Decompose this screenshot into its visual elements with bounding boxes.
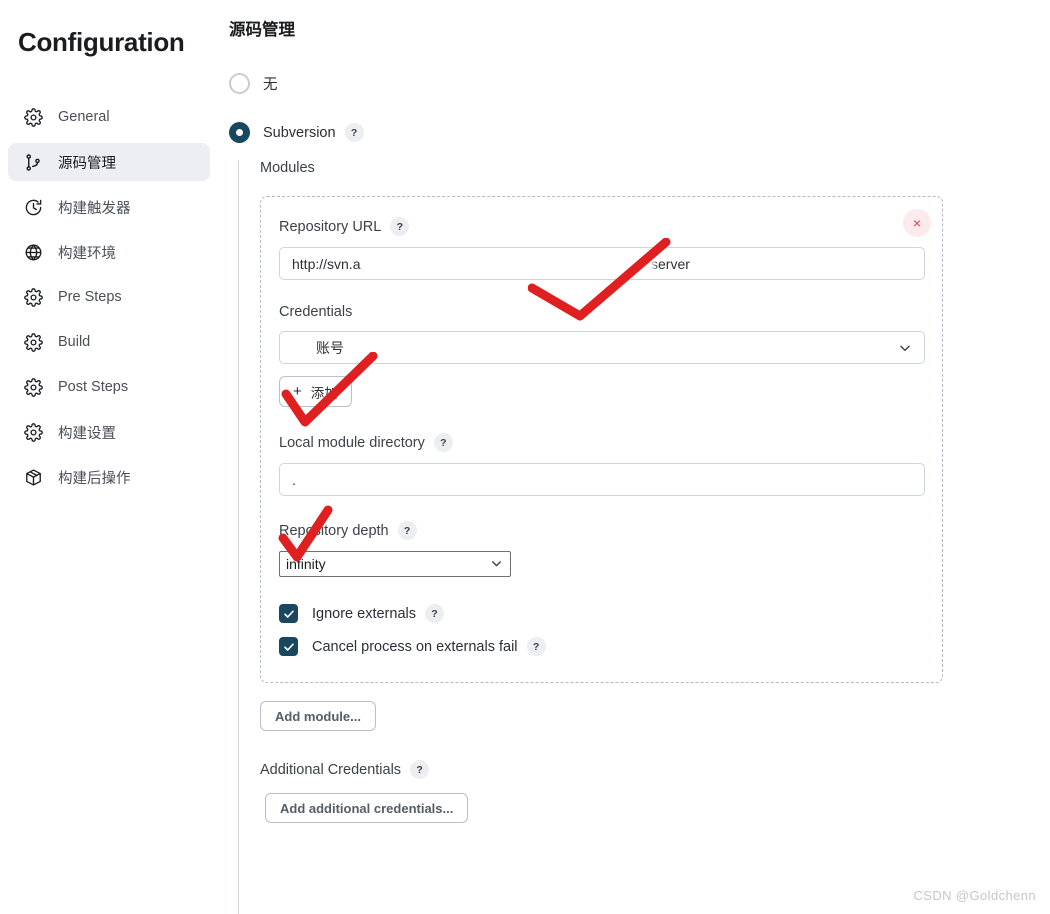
help-icon-repository-depth[interactable]: ? <box>397 521 417 540</box>
additional-credentials-label: Additional Credentials ? <box>260 760 1038 779</box>
sidebar-item-label: 源码管理 <box>58 155 116 172</box>
help-icon-cancel-process[interactable]: ? <box>526 637 546 656</box>
local-module-directory-label-text: Local module directory <box>279 434 425 451</box>
help-icon-ignore-externals[interactable]: ? <box>424 604 444 623</box>
sidebar-item-build-environment[interactable]: 构建环境 <box>8 233 210 271</box>
add-module-button[interactable]: Add module... <box>260 701 376 731</box>
sidebar-title: Configuration <box>18 27 185 57</box>
branch-icon <box>22 151 44 173</box>
cancel-process-row[interactable]: Cancel process on externals fail ? <box>279 637 924 656</box>
additional-credentials-label-text: Additional Credentials <box>260 761 402 778</box>
clock-icon <box>22 196 44 218</box>
gear-icon <box>22 286 44 308</box>
gear-icon <box>22 331 44 353</box>
checkbox-cancel-process-on-externals-fail[interactable] <box>279 637 298 656</box>
ignore-externals-label-text: Ignore externals <box>312 605 416 622</box>
chevron-down-icon <box>490 557 504 571</box>
add-additional-credentials-button[interactable]: Add additional credentials... <box>265 793 469 823</box>
sidebar-nav: General 源码管理 构建触发器 构建环境 Pre Steps Build … <box>8 98 210 503</box>
sidebar-item-label: Build <box>58 334 91 350</box>
repository-url-label-text: Repository URL <box>279 218 382 235</box>
sidebar: Configuration General 源码管理 构建触发器 构建环境 Pr… <box>0 0 218 914</box>
redaction-mask-url <box>364 253 654 276</box>
ignore-externals-label: Ignore externals ? <box>312 604 444 623</box>
checkbox-ignore-externals[interactable] <box>279 604 298 623</box>
scm-option-label: Subversion <box>263 124 336 141</box>
sidebar-item-label: Post Steps <box>58 379 129 395</box>
main-content: 源码管理 无 Subversion ? Modules × Repository… <box>218 0 1050 914</box>
repository-depth-select[interactable]: infinity <box>279 551 511 577</box>
chevron-down-icon <box>898 341 912 355</box>
module-box: × Repository URL ? http://svn.a server C… <box>260 196 943 683</box>
repository-depth-label-text: Repository depth <box>279 522 389 539</box>
globe-icon <box>22 241 44 263</box>
repository-url-value-tail: server <box>651 256 690 272</box>
repository-url-label: Repository URL ? <box>279 217 924 236</box>
repository-depth-value: infinity <box>286 556 326 572</box>
sidebar-item-label: General <box>58 109 110 125</box>
sidebar-item-build-triggers[interactable]: 构建触发器 <box>8 188 210 226</box>
scm-option-subversion[interactable]: Subversion ? <box>229 122 364 143</box>
sidebar-item-label: Pre Steps <box>58 289 122 305</box>
gear-icon <box>22 421 44 443</box>
watermark: CSDN @Goldchenn <box>913 888 1036 903</box>
sidebar-item-label: 构建后操作 <box>58 470 131 487</box>
help-icon-subversion[interactable]: ? <box>344 123 364 142</box>
sidebar-item-general[interactable]: General <box>8 98 210 136</box>
sidebar-item-label: 构建环境 <box>58 245 116 262</box>
cancel-process-label: Cancel process on externals fail ? <box>312 637 546 656</box>
scm-option-label: 无 <box>263 77 278 93</box>
credentials-value: 账号 <box>316 339 344 356</box>
repository-url-input[interactable]: http://svn.a server <box>279 247 925 280</box>
gear-icon <box>22 376 44 398</box>
repository-depth-label: Repository depth ? <box>279 521 924 540</box>
help-icon-repository-url[interactable]: ? <box>390 217 410 236</box>
gear-icon <box>22 106 44 128</box>
ignore-externals-row[interactable]: Ignore externals ? <box>279 604 924 623</box>
sidebar-item-post-build-actions[interactable]: 构建后操作 <box>8 458 210 496</box>
sidebar-item-label: 构建设置 <box>58 425 116 442</box>
sidebar-item-scm[interactable]: 源码管理 <box>8 143 210 181</box>
credentials-select[interactable]: 账号 <box>279 331 925 364</box>
add-credentials-button-label: 添加 <box>310 385 338 401</box>
sidebar-item-build[interactable]: Build <box>8 323 210 361</box>
local-module-directory-value: . <box>292 471 296 488</box>
radio-none[interactable] <box>229 73 250 94</box>
sidebar-item-label: 构建触发器 <box>58 200 131 217</box>
configuration-page: Configuration General 源码管理 构建触发器 构建环境 Pr… <box>0 0 1050 914</box>
modules-label: Modules <box>260 160 315 176</box>
subversion-settings: Modules × Repository URL ? http://svn.a … <box>238 160 1038 914</box>
close-icon[interactable]: × <box>903 209 931 237</box>
sidebar-item-build-settings[interactable]: 构建设置 <box>8 413 210 451</box>
credentials-label: Credentials <box>279 304 924 320</box>
page-title: 源码管理 <box>229 21 295 39</box>
plus-icon: + <box>293 383 302 400</box>
help-icon-local-module-directory[interactable]: ? <box>433 433 453 452</box>
sidebar-item-post-steps[interactable]: Post Steps <box>8 368 210 406</box>
help-icon-additional-credentials[interactable]: ? <box>410 760 430 779</box>
add-credentials-button[interactable]: + 添加 <box>279 376 352 407</box>
scm-option-none[interactable]: 无 <box>229 73 278 94</box>
cancel-process-label-text: Cancel process on externals fail <box>312 638 518 655</box>
local-module-directory-label: Local module directory ? <box>279 433 924 452</box>
radio-subversion[interactable] <box>229 122 250 143</box>
repository-url-value: http://svn.a <box>292 255 361 272</box>
credentials-label-text: Credentials <box>279 304 353 320</box>
sidebar-item-pre-steps[interactable]: Pre Steps <box>8 278 210 316</box>
package-icon <box>22 466 44 488</box>
local-module-directory-input[interactable]: . <box>279 463 925 496</box>
